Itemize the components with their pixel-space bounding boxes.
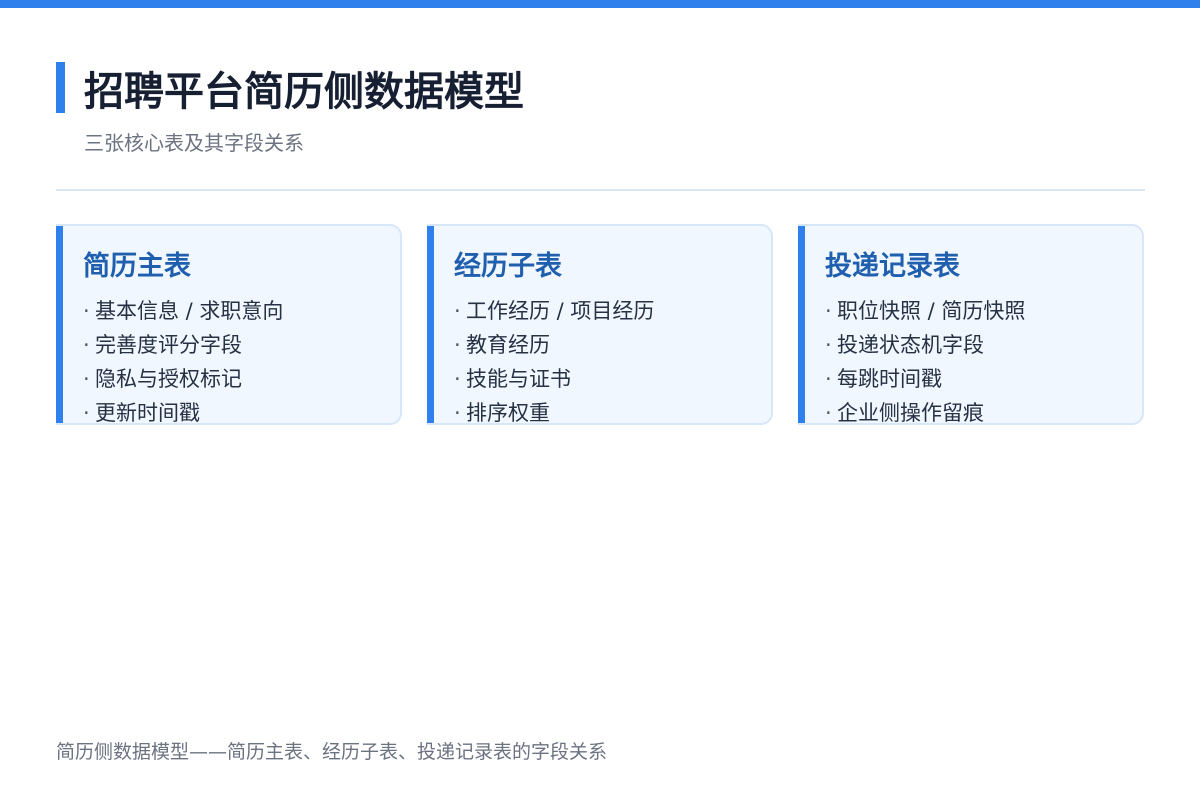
bullet-icon: · — [825, 333, 832, 357]
field-item: · 更新时间戳 — [83, 396, 283, 425]
field-item: · 职位快照 / 简历快照 — [825, 294, 1025, 328]
field-item: · 技能与证书 — [454, 362, 654, 396]
field-list: · 基本信息 / 求职意向 · 完善度评分字段 · 隐私与授权标记 · 更新时间戳 — [83, 294, 283, 425]
data-model-slide: 招聘平台简历侧数据模型 三张核心表及其字段关系 简历主表 · 基本信息 / 求职意… — [0, 0, 1200, 800]
bullet-icon: · — [454, 299, 461, 323]
field-list: · 工作经历 / 项目经历 · 教育经历 · 技能与证书 · 排序权重 — [454, 294, 654, 425]
field-label: 每跳时间戳 — [837, 367, 942, 391]
bullet-icon: · — [825, 299, 832, 323]
field-label: 更新时间戳 — [95, 401, 200, 425]
field-item: · 排序权重 — [454, 396, 654, 425]
bullet-icon: · — [83, 367, 90, 391]
field-item: · 企业侧操作留痕 — [825, 396, 1025, 425]
field-label: 基本信息 / 求职意向 — [95, 299, 284, 323]
bullet-icon: · — [83, 401, 90, 425]
field-item: · 每跳时间戳 — [825, 362, 1025, 396]
field-label: 工作经历 / 项目经历 — [466, 299, 655, 323]
bullet-icon: · — [454, 333, 461, 357]
field-item: · 工作经历 / 项目经历 — [454, 294, 654, 328]
field-label: 隐私与授权标记 — [95, 367, 242, 391]
field-item: · 隐私与授权标记 — [83, 362, 283, 396]
field-item: · 教育经历 — [454, 328, 654, 362]
resume-main-table-card: 简历主表 · 基本信息 / 求职意向 · 完善度评分字段 · 隐私与授权标记 · 更新时… — [56, 224, 402, 425]
top-accent-bar — [0, 0, 1200, 8]
bullet-icon: · — [454, 401, 461, 425]
card-title: 经历子表 — [454, 251, 562, 282]
table-cards: 简历主表 · 基本信息 / 求职意向 · 完善度评分字段 · 隐私与授权标记 · 更新时… — [56, 224, 1145, 426]
field-label: 投递状态机字段 — [837, 333, 984, 357]
figure-caption: 简历侧数据模型——简历主表、经历子表、投递记录表的字段关系 — [56, 741, 608, 763]
field-label: 排序权重 — [466, 401, 550, 425]
field-item: · 投递状态机字段 — [825, 328, 1025, 362]
experience-sub-table-card: 经历子表 · 工作经历 / 项目经历 · 教育经历 · 技能与证书 · 排序权重 — [427, 224, 773, 425]
title-accent-bar — [56, 62, 65, 113]
field-list: · 职位快照 / 简历快照 · 投递状态机字段 · 每跳时间戳 · 企业侧操作留痕 — [825, 294, 1025, 425]
page-title: 招聘平台简历侧数据模型 — [84, 69, 524, 115]
field-item: · 完善度评分字段 — [83, 328, 283, 362]
field-label: 职位快照 / 简历快照 — [837, 299, 1026, 323]
field-label: 技能与证书 — [466, 367, 571, 391]
page-subtitle: 三张核心表及其字段关系 — [84, 131, 304, 155]
bullet-icon: · — [83, 299, 90, 323]
card-title: 简历主表 — [83, 251, 191, 282]
field-label: 教育经历 — [466, 333, 550, 357]
field-label: 企业侧操作留痕 — [837, 401, 984, 425]
field-item: · 基本信息 / 求职意向 — [83, 294, 283, 328]
card-title: 投递记录表 — [825, 251, 960, 282]
header-divider — [56, 189, 1145, 191]
bullet-icon: · — [454, 367, 461, 391]
field-label: 完善度评分字段 — [95, 333, 242, 357]
bullet-icon: · — [83, 333, 90, 357]
bullet-icon: · — [825, 401, 832, 425]
bullet-icon: · — [825, 367, 832, 391]
application-record-table-card: 投递记录表 · 职位快照 / 简历快照 · 投递状态机字段 · 每跳时间戳 · 企业侧操… — [798, 224, 1144, 425]
